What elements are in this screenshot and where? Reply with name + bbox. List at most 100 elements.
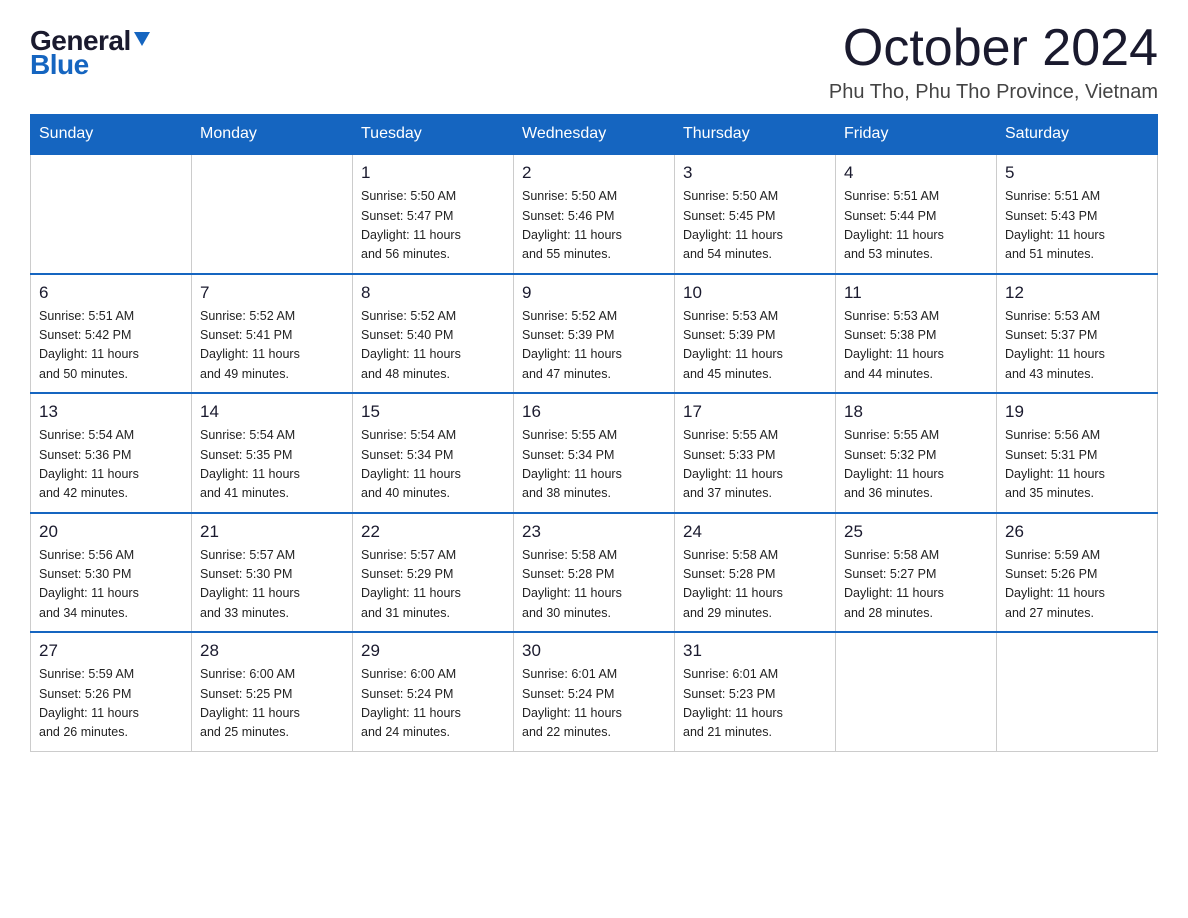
calendar-cell: 26 Sunrise: 5:59 AM Sunset: 5:26 PM Dayli… xyxy=(997,513,1158,633)
day-info: Sunrise: 5:56 AM Sunset: 5:31 PM Dayligh… xyxy=(1005,426,1149,504)
day-info: Sunrise: 5:58 AM Sunset: 5:27 PM Dayligh… xyxy=(844,546,988,624)
calendar-cell xyxy=(997,632,1158,751)
calendar-table: SundayMondayTuesdayWednesdayThursdayFrid… xyxy=(30,114,1158,752)
calendar-cell: 29 Sunrise: 6:00 AM Sunset: 5:24 PM Dayli… xyxy=(353,632,514,751)
day-number: 8 xyxy=(361,283,505,303)
logo-blue-text: Blue xyxy=(30,49,89,81)
calendar-cell: 25Sunrise: 5:58 AM Sunset: 5:27 PM Dayli… xyxy=(836,513,997,633)
day-info: Sunrise: 5:50 AM Sunset: 5:46 PM Dayligh… xyxy=(522,187,666,265)
day-info: Sunrise: 5:51 AM Sunset: 5:42 PM Dayligh… xyxy=(39,307,183,385)
day-info: Sunrise: 5:54 AM Sunset: 5:34 PM Dayligh… xyxy=(361,426,505,504)
calendar-week-row: 13Sunrise: 5:54 AM Sunset: 5:36 PM Dayli… xyxy=(31,393,1158,513)
day-info: Sunrise: 5:58 AM Sunset: 5:28 PM Dayligh… xyxy=(683,546,827,624)
day-number: 4 xyxy=(844,163,988,183)
calendar-cell: 13Sunrise: 5:54 AM Sunset: 5:36 PM Dayli… xyxy=(31,393,192,513)
calendar-cell: 8Sunrise: 5:52 AM Sunset: 5:40 PM Daylig… xyxy=(353,274,514,394)
calendar-cell: 4 Sunrise: 5:51 AM Sunset: 5:44 PM Daylig… xyxy=(836,154,997,274)
day-number: 17 xyxy=(683,402,827,422)
day-number: 6 xyxy=(39,283,183,303)
day-info: Sunrise: 5:56 AM Sunset: 5:30 PM Dayligh… xyxy=(39,546,183,624)
title-block: October 2024 Phu Tho, Phu Tho Province, … xyxy=(829,20,1158,104)
day-number: 27 xyxy=(39,641,183,661)
day-number: 16 xyxy=(522,402,666,422)
day-info: Sunrise: 5:59 AM Sunset: 5:26 PM Dayligh… xyxy=(1005,546,1149,624)
calendar-cell: 28Sunrise: 6:00 AM Sunset: 5:25 PM Dayli… xyxy=(192,632,353,751)
day-info: Sunrise: 6:01 AM Sunset: 5:24 PM Dayligh… xyxy=(522,665,666,743)
logo-triangle-icon xyxy=(134,32,150,46)
day-info: Sunrise: 5:55 AM Sunset: 5:34 PM Dayligh… xyxy=(522,426,666,504)
calendar-cell: 9 Sunrise: 5:52 AM Sunset: 5:39 PM Daylig… xyxy=(514,274,675,394)
day-info: Sunrise: 5:50 AM Sunset: 5:47 PM Dayligh… xyxy=(361,187,505,265)
calendar-cell: 23 Sunrise: 5:58 AM Sunset: 5:28 PM Dayli… xyxy=(514,513,675,633)
calendar-cell: 19 Sunrise: 5:56 AM Sunset: 5:31 PM Dayli… xyxy=(997,393,1158,513)
day-number: 12 xyxy=(1005,283,1149,303)
day-info: Sunrise: 5:57 AM Sunset: 5:30 PM Dayligh… xyxy=(200,546,344,624)
calendar-cell xyxy=(836,632,997,751)
calendar-cell: 31 Sunrise: 6:01 AM Sunset: 5:23 PM Dayli… xyxy=(675,632,836,751)
day-number: 1 xyxy=(361,163,505,183)
calendar-cell: 20 Sunrise: 5:56 AM Sunset: 5:30 PM Dayli… xyxy=(31,513,192,633)
day-number: 24 xyxy=(683,522,827,542)
day-info: Sunrise: 6:00 AM Sunset: 5:24 PM Dayligh… xyxy=(361,665,505,743)
day-info: Sunrise: 5:51 AM Sunset: 5:43 PM Dayligh… xyxy=(1005,187,1149,265)
calendar-cell: 1 Sunrise: 5:50 AM Sunset: 5:47 PM Daylig… xyxy=(353,154,514,274)
day-number: 5 xyxy=(1005,163,1149,183)
day-info: Sunrise: 5:55 AM Sunset: 5:32 PM Dayligh… xyxy=(844,426,988,504)
calendar-week-row: 1 Sunrise: 5:50 AM Sunset: 5:47 PM Daylig… xyxy=(31,154,1158,274)
day-info: Sunrise: 5:53 AM Sunset: 5:38 PM Dayligh… xyxy=(844,307,988,385)
day-number: 11 xyxy=(844,283,988,303)
day-number: 26 xyxy=(1005,522,1149,542)
day-info: Sunrise: 5:53 AM Sunset: 5:39 PM Dayligh… xyxy=(683,307,827,385)
calendar-cell: 17 Sunrise: 5:55 AM Sunset: 5:33 PM Dayli… xyxy=(675,393,836,513)
calendar-cell: 11 Sunrise: 5:53 AM Sunset: 5:38 PM Dayli… xyxy=(836,274,997,394)
day-number: 10 xyxy=(683,283,827,303)
day-info: Sunrise: 5:58 AM Sunset: 5:28 PM Dayligh… xyxy=(522,546,666,624)
day-info: Sunrise: 5:50 AM Sunset: 5:45 PM Dayligh… xyxy=(683,187,827,265)
calendar-header-monday: Monday xyxy=(192,115,353,155)
day-number: 21 xyxy=(200,522,344,542)
day-info: Sunrise: 5:59 AM Sunset: 5:26 PM Dayligh… xyxy=(39,665,183,743)
calendar-cell: 3 Sunrise: 5:50 AM Sunset: 5:45 PM Daylig… xyxy=(675,154,836,274)
day-number: 20 xyxy=(39,522,183,542)
day-number: 2 xyxy=(522,163,666,183)
month-title: October 2024 xyxy=(829,20,1158,77)
day-number: 29 xyxy=(361,641,505,661)
day-number: 23 xyxy=(522,522,666,542)
calendar-header-sunday: Sunday xyxy=(31,115,192,155)
calendar-cell: 7Sunrise: 5:52 AM Sunset: 5:41 PM Daylig… xyxy=(192,274,353,394)
calendar-header-friday: Friday xyxy=(836,115,997,155)
day-number: 15 xyxy=(361,402,505,422)
calendar-cell: 10 Sunrise: 5:53 AM Sunset: 5:39 PM Dayli… xyxy=(675,274,836,394)
day-number: 31 xyxy=(683,641,827,661)
calendar-header-saturday: Saturday xyxy=(997,115,1158,155)
calendar-cell: 5 Sunrise: 5:51 AM Sunset: 5:43 PM Daylig… xyxy=(997,154,1158,274)
page-header: General Blue October 2024 Phu Tho, Phu T… xyxy=(30,20,1158,104)
day-info: Sunrise: 5:52 AM Sunset: 5:39 PM Dayligh… xyxy=(522,307,666,385)
calendar-week-row: 27 Sunrise: 5:59 AM Sunset: 5:26 PM Dayli… xyxy=(31,632,1158,751)
day-number: 30 xyxy=(522,641,666,661)
day-info: Sunrise: 6:00 AM Sunset: 5:25 PM Dayligh… xyxy=(200,665,344,743)
day-number: 14 xyxy=(200,402,344,422)
day-number: 13 xyxy=(39,402,183,422)
day-number: 9 xyxy=(522,283,666,303)
calendar-cell xyxy=(31,154,192,274)
calendar-cell: 24 Sunrise: 5:58 AM Sunset: 5:28 PM Dayli… xyxy=(675,513,836,633)
calendar-cell: 21 Sunrise: 5:57 AM Sunset: 5:30 PM Dayli… xyxy=(192,513,353,633)
calendar-week-row: 20 Sunrise: 5:56 AM Sunset: 5:30 PM Dayli… xyxy=(31,513,1158,633)
calendar-cell: 16 Sunrise: 5:55 AM Sunset: 5:34 PM Dayli… xyxy=(514,393,675,513)
day-number: 22 xyxy=(361,522,505,542)
day-number: 3 xyxy=(683,163,827,183)
day-number: 19 xyxy=(1005,402,1149,422)
calendar-cell: 12Sunrise: 5:53 AM Sunset: 5:37 PM Dayli… xyxy=(997,274,1158,394)
calendar-header-row: SundayMondayTuesdayWednesdayThursdayFrid… xyxy=(31,115,1158,155)
calendar-cell: 6 Sunrise: 5:51 AM Sunset: 5:42 PM Daylig… xyxy=(31,274,192,394)
calendar-cell: 2 Sunrise: 5:50 AM Sunset: 5:46 PM Daylig… xyxy=(514,154,675,274)
day-info: Sunrise: 5:55 AM Sunset: 5:33 PM Dayligh… xyxy=(683,426,827,504)
day-info: Sunrise: 5:51 AM Sunset: 5:44 PM Dayligh… xyxy=(844,187,988,265)
calendar-header-thursday: Thursday xyxy=(675,115,836,155)
logo: General Blue xyxy=(30,20,150,81)
day-number: 7 xyxy=(200,283,344,303)
calendar-cell: 22Sunrise: 5:57 AM Sunset: 5:29 PM Dayli… xyxy=(353,513,514,633)
calendar-cell: 27 Sunrise: 5:59 AM Sunset: 5:26 PM Dayli… xyxy=(31,632,192,751)
day-info: Sunrise: 6:01 AM Sunset: 5:23 PM Dayligh… xyxy=(683,665,827,743)
